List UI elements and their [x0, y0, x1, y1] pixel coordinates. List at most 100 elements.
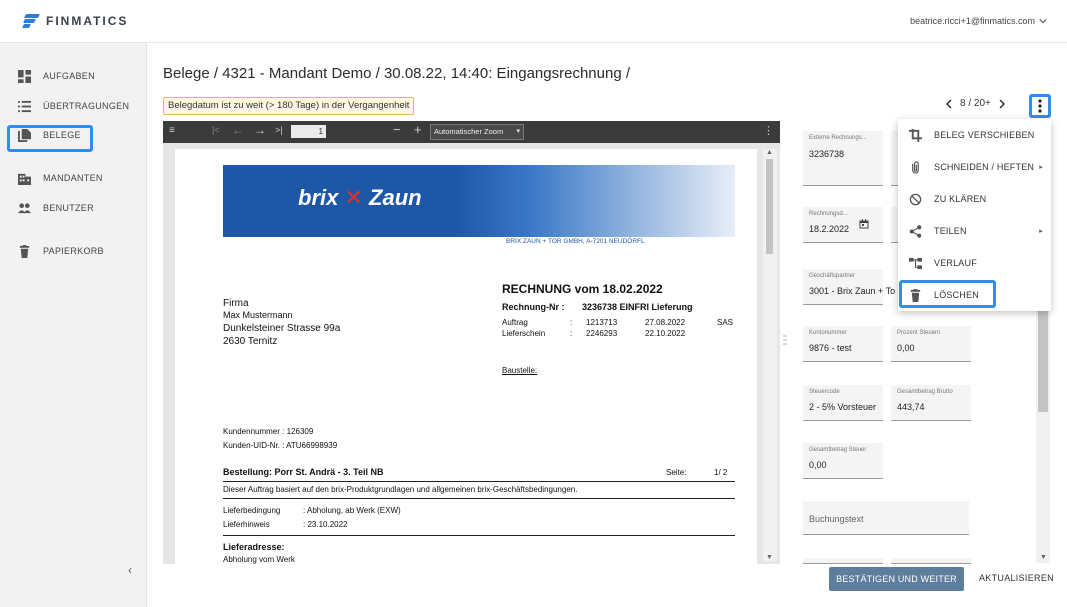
sidebar: AUFGABEN ÜBERTRAGUNGEN BELEGE MANDANTEN … — [0, 43, 147, 607]
auftrag-date: 27.08.2022 — [645, 318, 686, 327]
warning-badge: Belegdatum ist zu weit (> 180 Tage) in d… — [163, 97, 415, 115]
lieferschein-label: Lieferschein — [502, 329, 546, 338]
field-label: Gesamtbetrag Steuer — [809, 447, 867, 453]
chevron-left-icon[interactable] — [945, 98, 953, 109]
zoom-select[interactable]: Automatischer Zoom ▾ — [430, 124, 524, 140]
kontonummer-field[interactable]: Kontonummer 9876 - test — [803, 326, 883, 362]
zoom-out-icon[interactable]: − — [393, 122, 401, 137]
pager-text: 8 / 20+ — [960, 98, 991, 109]
gesamtbetrag-steuer-field[interactable]: Gesamtbetrag Steuer 0,00 — [803, 443, 883, 479]
scroll-up-icon[interactable]: ▲ — [766, 149, 773, 156]
zoom-in-icon[interactable]: + — [414, 122, 422, 137]
bestellung: Bestellung: Porr St. Andrä - 3. Teil NB — [223, 467, 384, 477]
auftrag-label: Auftrag — [502, 318, 528, 327]
seite-label: Seite: — [666, 468, 687, 477]
scroll-down-icon[interactable]: ▼ — [766, 554, 773, 561]
pane-resize-handle[interactable] — [780, 121, 790, 564]
top-bar: FINMATICS beatrice.ricci+1@finmatics.com — [0, 0, 1067, 43]
drag-handle-icon — [783, 335, 787, 345]
next-field[interactable] — [891, 558, 971, 564]
scroll-down-icon[interactable]: ▼ — [1040, 554, 1047, 561]
crop-icon — [909, 128, 922, 142]
list-icon — [18, 100, 31, 112]
previous-page-icon[interactable]: ← — [232, 123, 244, 137]
terms-note: Dieser Auftrag basiert auf den brix-Prod… — [223, 485, 578, 494]
last-page-icon[interactable]: >| — [275, 125, 283, 135]
submenu-arrow-icon: ▸ — [1039, 164, 1043, 171]
auftrag-number: 1213713 — [586, 318, 618, 327]
auftrag-code: SAS — [717, 318, 734, 327]
dashboard-icon — [18, 69, 31, 83]
confirm-and-next-button[interactable]: BESTÄTIGEN UND WEITER — [829, 567, 964, 591]
sidebar-toggle-icon[interactable]: ≡ — [169, 125, 175, 136]
user-email: beatrice.ricci+1@finmatics.com — [910, 16, 1035, 26]
field-label: Rechnungsd... — [809, 211, 848, 217]
sidebar-item-aufgaben[interactable]: AUFGABEN — [18, 67, 95, 85]
brix-logo-x: ✕ — [344, 185, 363, 210]
kundennummer: Kundennummer : 126309 — [223, 427, 314, 436]
geschaeftspartner-field[interactable]: Geschäftspartner 3001 - Brix Zaun + To — [803, 269, 895, 305]
more-actions-button[interactable] — [1029, 94, 1051, 118]
sidebar-item-label: BENUTZER — [43, 203, 94, 213]
share-icon — [909, 224, 922, 238]
next-page-icon[interactable]: → — [254, 123, 266, 137]
sidebar-item-label: MANDANTEN — [43, 173, 103, 183]
sidebar-item-mandanten[interactable]: MANDANTEN — [18, 169, 103, 187]
lieferadresse-value: Abholung vom Werk — [223, 555, 295, 564]
seite-value: 1/ 2 — [714, 468, 728, 477]
paperclip-icon — [912, 160, 919, 174]
steuercode-field[interactable]: Steuercode 2 - 5% Vorsteuer — [803, 385, 883, 421]
finmatics-logo[interactable]: FINMATICS — [22, 13, 128, 29]
scrollbar-thumb[interactable] — [1038, 310, 1048, 412]
rechnungsdatum-field[interactable]: Rechnungsd... 18.2.2022 — [803, 207, 883, 243]
menu-item-teilen[interactable]: TEILEN ▸ — [898, 215, 1051, 247]
lieferadresse-label: Lieferadresse: — [223, 542, 285, 552]
people-icon — [18, 202, 31, 213]
submenu-arrow-icon: ▸ — [1039, 228, 1043, 235]
history-tree-icon — [909, 257, 922, 269]
invoice-number-label: Rechnung-Nr : — [502, 302, 565, 312]
recipient-line: Firma — [223, 298, 249, 309]
chevron-down-icon — [1039, 19, 1047, 24]
recipient-line: 2630 Ternitz — [223, 336, 278, 347]
sidebar-collapse-button[interactable]: ‹ — [128, 563, 132, 577]
lieferbedingung-label: Lieferbedingung — [223, 506, 281, 515]
prozent-steuern-field[interactable]: Prozent Steuern 0,00 — [891, 326, 971, 362]
doc-divider — [223, 535, 735, 536]
refresh-button[interactable]: AKTUALISIEREN — [979, 573, 1054, 583]
sidebar-active-highlight — [7, 125, 93, 152]
sidebar-item-papierkorb[interactable]: PAPIERKORB — [18, 242, 104, 260]
menu-item-schneiden-heften[interactable]: SCHNEIDEN / HEFTEN ▸ — [898, 151, 1051, 183]
pdf-viewer: ≡ |< ← → >| 1 − + Automatischer Zoom ▾ ⋮… — [163, 121, 780, 564]
building-icon — [18, 173, 31, 185]
externe-rechnungsnummer-field[interactable]: Externe Rechnungs... 3236738 — [803, 131, 883, 186]
chevron-right-icon[interactable] — [998, 98, 1006, 109]
sidebar-item-label: PAPIERKORB — [43, 246, 104, 256]
pager: 8 / 20+ — [945, 98, 1006, 109]
field-value: 0,00 — [809, 460, 827, 470]
menu-item-verlauf[interactable]: VERLAUF — [898, 247, 1051, 279]
next-field[interactable] — [803, 558, 883, 564]
calendar-icon[interactable] — [859, 219, 869, 229]
sidebar-item-benutzer[interactable]: BENUTZER — [18, 199, 94, 217]
menu-item-zu-klaeren[interactable]: ZU KLÄREN — [898, 183, 1051, 215]
gesamtbetrag-brutto-field[interactable]: Gesamtbetrag Brutto 443,74 — [891, 385, 971, 421]
first-page-icon[interactable]: |< — [212, 125, 220, 135]
baustelle-label: Baustelle: — [502, 366, 538, 375]
doc-divider — [223, 498, 735, 499]
invoice-title: RECHNUNG vom 18.02.2022 — [502, 282, 663, 296]
form-scrollbar[interactable]: ▼ — [1036, 310, 1050, 563]
kunden-uid: Kunden-UID-Nr. : ATU66998939 — [223, 441, 338, 450]
sidebar-item-uebertragungen[interactable]: ÜBERTRAGUNGEN — [18, 97, 129, 115]
user-menu[interactable]: beatrice.ricci+1@finmatics.com — [910, 16, 1047, 26]
field-value: 0,00 — [897, 343, 915, 353]
buchungstext-field[interactable]: Buchungstext — [803, 501, 969, 535]
pdf-scrollbar[interactable]: ▲ ▼ — [763, 149, 777, 561]
menu-item-beleg-verschieben[interactable]: BELEG VERSCHIEBEN — [898, 119, 1051, 151]
field-value: 18.2.2022 — [809, 224, 850, 234]
tools-menu-icon[interactable]: ⋮ — [763, 124, 774, 137]
field-label: Geschäftspartner — [809, 273, 856, 279]
page-title: Belege / 4321 - Mandant Demo / 30.08.22,… — [163, 65, 630, 82]
scrollbar-thumb[interactable] — [766, 159, 773, 254]
page-number-input[interactable]: 1 — [291, 125, 326, 138]
